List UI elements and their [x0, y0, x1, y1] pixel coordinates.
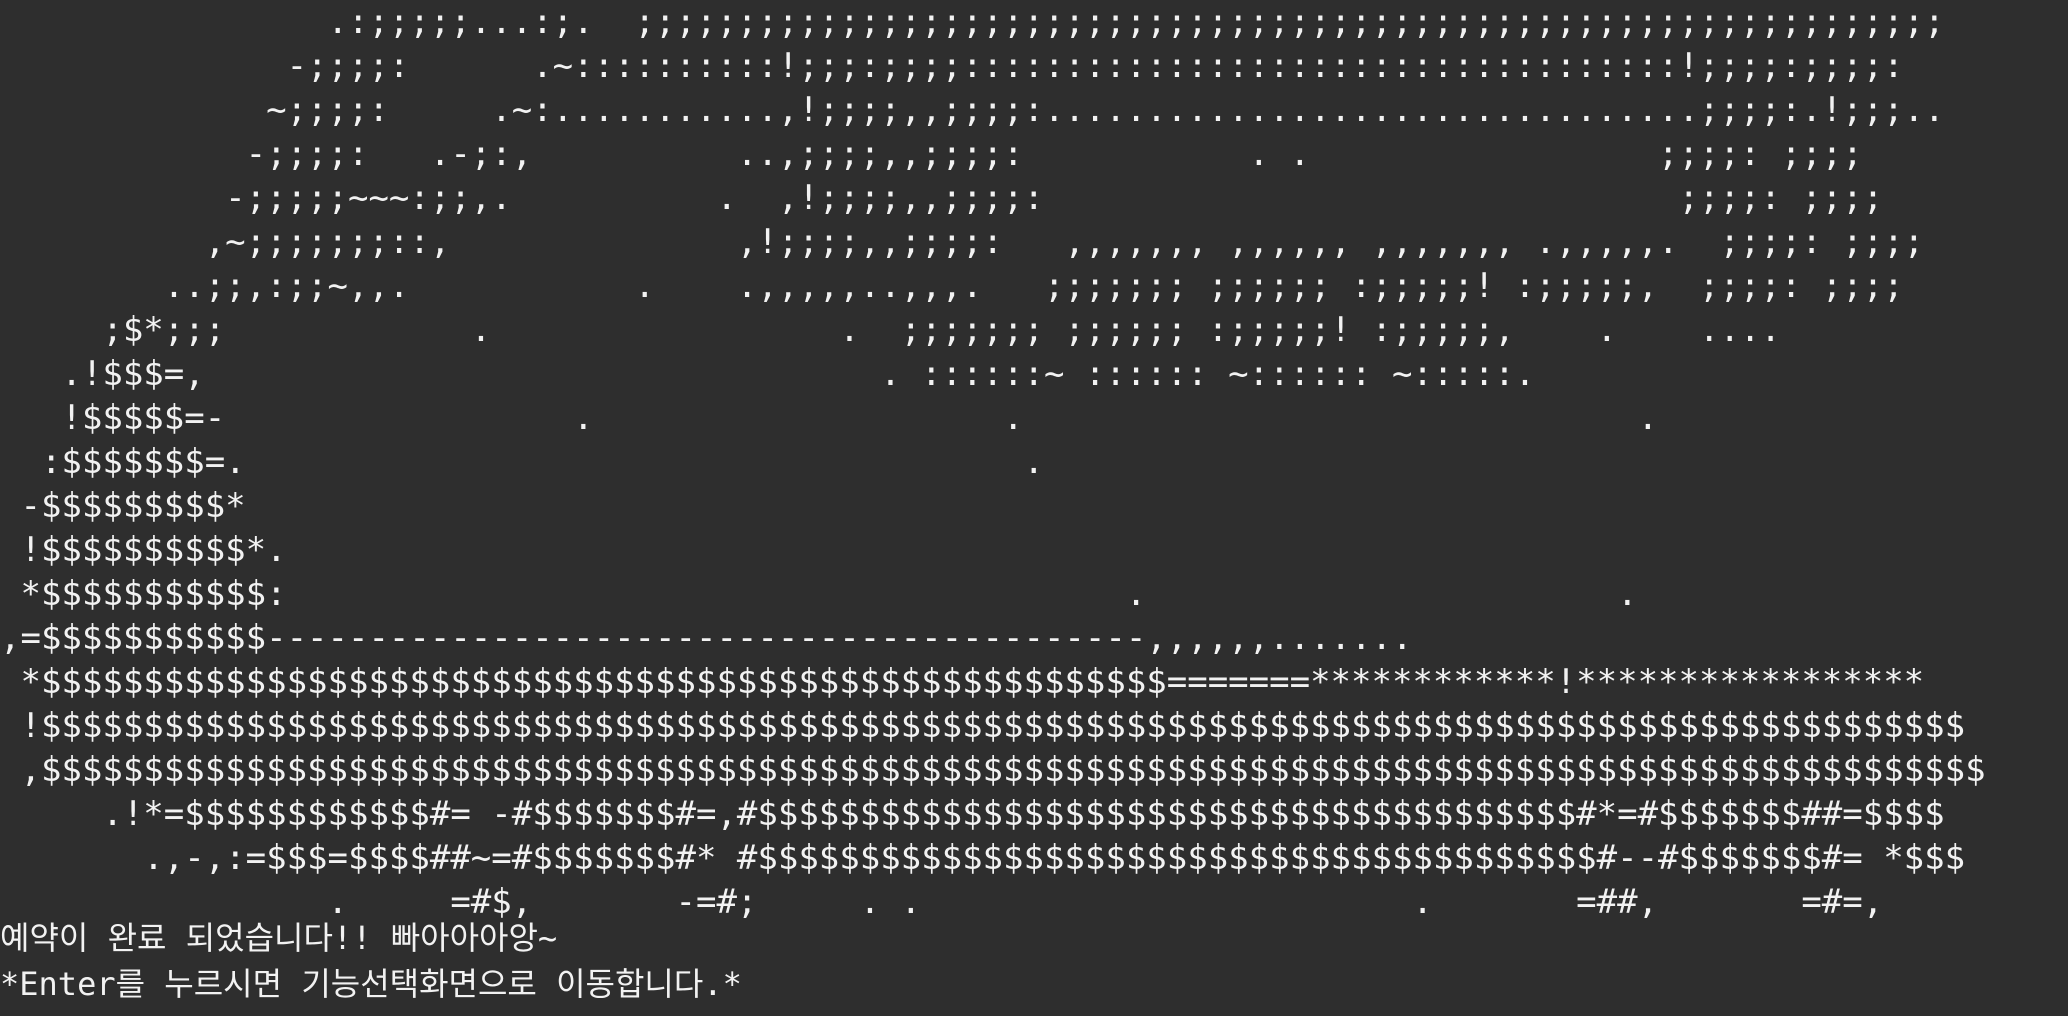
ascii-art-line: ,~;;;;;;;::, ,!;;;;,,;;;;: ,,,,,,, ,,,,,… — [0, 222, 1925, 262]
reservation-complete-message: 예약이 완료 되었습니다!! 빠아아아앙~ — [0, 919, 558, 957]
ascii-art-line: *$$$$$$$$$$$: . . — [0, 574, 1638, 614]
ascii-art-line: .!$$$=, . ::::::~ :::::: ~:::::: ~:::::. — [0, 354, 1536, 394]
ascii-art-line: !$$$$$$$$$$$$$$$$$$$$$$$$$$$$$$$$$$$$$$$… — [0, 706, 1966, 746]
ascii-art-line: ;$*;;; . . ;;;;;;; ;;;;;; :;;;;;! :;;;;;… — [0, 310, 1781, 350]
ascii-art-line: .!*=$$$$$$$$$$$$#= -#$$$$$$$#=,#$$$$$$$$… — [0, 794, 1945, 834]
ascii-art-line: ,$$$$$$$$$$$$$$$$$$$$$$$$$$$$$$$$$$$$$$$… — [0, 750, 1986, 790]
ascii-art-airplane: .:;;;;;...:;. ;;;;;;;;;;;;;;;;;;;;;;;;;;… — [0, 0, 1986, 924]
ascii-art-line: -;;;;: .-;:, ..,;;;;,,;;;;: . . ;;;;: ;;… — [0, 134, 1863, 174]
ascii-art-line: -;;;;: .~::::::::::!;;;:;;;;::::::::::::… — [0, 46, 1904, 86]
enter-prompt-message: *Enter를 누르시면 기능선택화면으로 이동합니다.* — [0, 965, 742, 1003]
ascii-art-line: -$$$$$$$$$* — [0, 486, 246, 526]
ascii-art-line: *$$$$$$$$$$$$$$$$$$$$$$$$$$$$$$$$$$$$$$$… — [0, 662, 1925, 702]
ascii-art-line: ~;;;;: .~:...........,!;;;;,,;;;;:......… — [0, 90, 1945, 130]
ascii-art-line: ..;;,:;;~,,. . .,,,,,..,,,. ;;;;;;; ;;;;… — [0, 266, 1904, 306]
ascii-art-line: -;;;;;~~~:;;,. . ,!;;;;,,;;;;: ;;;;: ;;;… — [0, 178, 1884, 218]
ascii-art-line: :$$$$$$$=. . — [0, 442, 1044, 482]
terminal-window: .:;;;;;...:;. ;;;;;;;;;;;;;;;;;;;;;;;;;;… — [0, 0, 2068, 1016]
ascii-art-line: .,-,:=$$$=$$$$##~=#$$$$$$$#* #$$$$$$$$$$… — [0, 838, 1966, 878]
ascii-art-line: .:;;;;;...:;. ;;;;;;;;;;;;;;;;;;;;;;;;;;… — [0, 2, 1945, 42]
ascii-art-line: !$$$$$=- . . . — [0, 398, 1659, 438]
ascii-art-line: ,=$$$$$$$$$$$---------------------------… — [0, 618, 1413, 658]
ascii-art-line: !$$$$$$$$$$*. — [0, 530, 287, 570]
